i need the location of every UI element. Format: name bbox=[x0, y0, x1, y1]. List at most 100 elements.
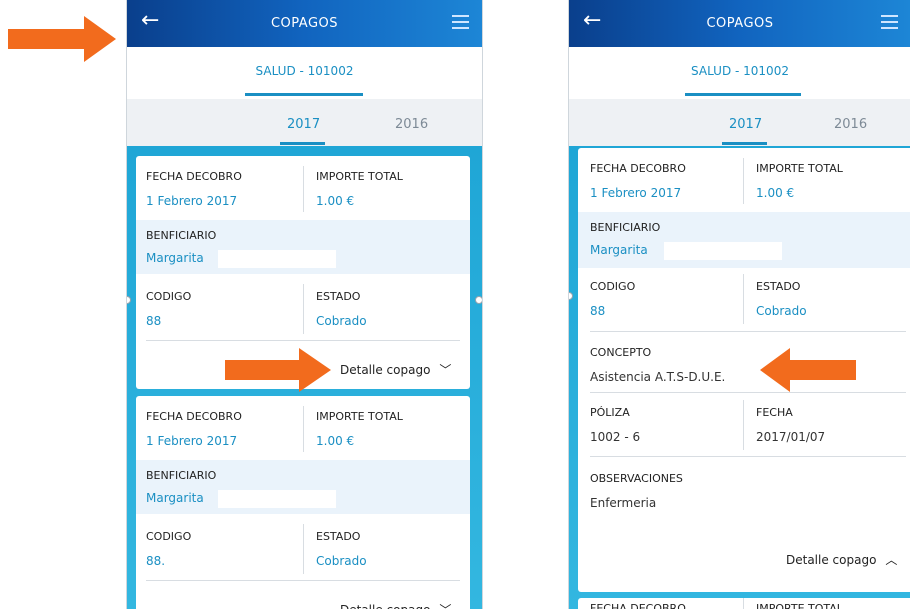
codigo-value: 88 bbox=[590, 304, 606, 318]
divider bbox=[743, 274, 744, 324]
importe-total-value: 1.00 € bbox=[316, 194, 355, 208]
page-title: COPAGOS bbox=[706, 16, 774, 31]
estado-value: Cobrado bbox=[316, 554, 367, 568]
divider bbox=[303, 284, 304, 334]
estado-value: Cobrado bbox=[756, 304, 807, 318]
beneficiario-label: BENFICIARIO bbox=[146, 229, 217, 242]
importe-total-label: IMPORTE TOTAL bbox=[756, 602, 843, 609]
fecha-cobro-label: FECHA DECOBRO bbox=[146, 410, 242, 423]
observaciones-value: Enfermeria bbox=[590, 496, 657, 510]
divider bbox=[303, 166, 304, 212]
divider bbox=[590, 392, 906, 393]
policy-label: SALUD - 101002 bbox=[255, 64, 354, 78]
beneficiario-value: Margarita bbox=[146, 491, 204, 505]
divider bbox=[743, 598, 744, 609]
chevron-down-icon: ﹀ bbox=[439, 601, 451, 609]
codigo-label: CODIGO bbox=[146, 530, 192, 543]
redacted-surname bbox=[664, 242, 782, 260]
fecha-cobro-value: 1 Febrero 2017 bbox=[590, 186, 682, 200]
divider bbox=[743, 158, 744, 204]
policy-underline bbox=[245, 93, 363, 96]
estado-label: ESTADO bbox=[756, 280, 801, 293]
beneficiario-label: BENFICIARIO bbox=[146, 469, 217, 482]
fecha-cobro-value: 1 Febrero 2017 bbox=[146, 434, 238, 448]
handle-dot bbox=[475, 296, 482, 304]
tab-2016[interactable]: 2016 bbox=[834, 117, 867, 132]
concepto-label: CONCEPTO bbox=[590, 346, 652, 359]
detalle-copago-label: Detalle copago bbox=[340, 603, 430, 609]
fecha-label: FECHA bbox=[756, 406, 793, 419]
beneficiario-row: BENFICIARIO Margarita bbox=[578, 212, 910, 268]
importe-total-value: 1.00 € bbox=[756, 186, 795, 200]
divider bbox=[146, 340, 460, 341]
detalle-copago-toggle[interactable]: Detalle copago ﹀ bbox=[340, 601, 451, 609]
beneficiario-label: BENFICIARIO bbox=[590, 221, 661, 234]
estado-label: ESTADO bbox=[316, 290, 361, 303]
policy-selector[interactable]: SALUD - 101002 bbox=[569, 47, 910, 99]
tab-2017[interactable]: 2017 bbox=[287, 117, 320, 132]
copago-list: FECHA DECOBRO 1 Febrero 2017 IMPORTE TOT… bbox=[569, 146, 910, 609]
copago-card-expanded: FECHA DECOBRO 1 Febrero 2017 IMPORTE TOT… bbox=[578, 148, 910, 592]
fecha-value: 2017/01/07 bbox=[756, 430, 826, 444]
phone-screen-collapsed: ← COPAGOS SALUD - 101002 2017 2016 FECHA… bbox=[126, 0, 483, 609]
detalle-copago-label: Detalle copago bbox=[340, 363, 431, 377]
divider bbox=[303, 524, 304, 574]
divider bbox=[146, 580, 460, 581]
beneficiario-row: BENFICIARIO Margarita bbox=[136, 460, 470, 514]
policy-underline bbox=[685, 93, 801, 96]
tab-2017-underline bbox=[280, 142, 325, 145]
codigo-value: 88. bbox=[146, 554, 166, 568]
importe-total-label: IMPORTE TOTAL bbox=[756, 162, 843, 175]
tab-2016[interactable]: 2016 bbox=[395, 117, 428, 132]
divider bbox=[590, 331, 906, 332]
detalle-copago-toggle[interactable]: Detalle copago ﹀ bbox=[340, 361, 451, 378]
redacted-surname bbox=[218, 250, 336, 268]
importe-total-label: IMPORTE TOTAL bbox=[316, 170, 403, 183]
codigo-label: CODIGO bbox=[146, 290, 192, 303]
detalle-copago-toggle[interactable]: Detalle copago ︿ bbox=[786, 551, 897, 568]
pointer-arrow-icon bbox=[760, 348, 856, 392]
concepto-value: Asistencia A.T.S-D.U.E. bbox=[590, 370, 726, 384]
detalle-copago-label: Detalle copago bbox=[786, 553, 877, 567]
header-bar: ← COPAGOS bbox=[127, 0, 482, 47]
chevron-up-icon: ︿ bbox=[885, 553, 898, 567]
menu-icon[interactable] bbox=[452, 15, 469, 33]
divider bbox=[303, 406, 304, 452]
beneficiario-value: Margarita bbox=[146, 251, 204, 265]
tab-2017-underline bbox=[722, 142, 767, 145]
beneficiario-value: Margarita bbox=[590, 243, 648, 257]
redacted-surname bbox=[218, 490, 336, 508]
importe-total-label: IMPORTE TOTAL bbox=[316, 410, 403, 423]
phone-screen-expanded: ← COPAGOS SALUD - 101002 2017 2016 FECHA… bbox=[568, 0, 910, 609]
beneficiario-row: BENFICIARIO Margarita bbox=[136, 220, 470, 274]
estado-label: ESTADO bbox=[316, 530, 361, 543]
importe-total-value: 1.00 € bbox=[316, 434, 355, 448]
menu-icon[interactable] bbox=[881, 15, 898, 33]
divider bbox=[743, 400, 744, 450]
codigo-value: 88 bbox=[146, 314, 162, 328]
page-title: COPAGOS bbox=[270, 16, 339, 31]
fecha-cobro-label: FECHA DECOBRO bbox=[590, 602, 686, 609]
observaciones-label: OBSERVACIONES bbox=[590, 472, 683, 485]
fecha-cobro-value: 1 Febrero 2017 bbox=[146, 194, 238, 208]
handle-dot bbox=[569, 292, 573, 300]
header-bar: ← COPAGOS bbox=[569, 0, 910, 47]
policy-selector[interactable]: SALUD - 101002 bbox=[127, 47, 482, 99]
chevron-down-icon: ﹀ bbox=[439, 363, 452, 377]
fecha-cobro-label: FECHA DECOBRO bbox=[146, 170, 242, 183]
handle-dot bbox=[127, 296, 131, 304]
copago-card: FECHA DECOBRO 1 Febrero 2017 IMPORTE TOT… bbox=[136, 396, 470, 609]
divider bbox=[590, 456, 906, 457]
codigo-label: CODIGO bbox=[590, 280, 636, 293]
pointer-arrow-icon bbox=[225, 348, 331, 392]
tab-2017[interactable]: 2017 bbox=[729, 117, 762, 132]
policy-label: SALUD - 101002 bbox=[691, 64, 789, 78]
poliza-value: 1002 - 6 bbox=[590, 430, 641, 444]
poliza-label: PÓLIZA bbox=[590, 406, 630, 419]
fecha-cobro-label: FECHA DECOBRO bbox=[590, 162, 686, 175]
pointer-arrow-icon bbox=[8, 16, 116, 62]
estado-value: Cobrado bbox=[316, 314, 367, 328]
year-tabs: 2017 2016 bbox=[127, 99, 482, 146]
copago-card: FECHA DECOBRO IMPORTE TOTAL bbox=[578, 598, 910, 609]
year-tabs: 2017 2016 bbox=[569, 99, 910, 146]
